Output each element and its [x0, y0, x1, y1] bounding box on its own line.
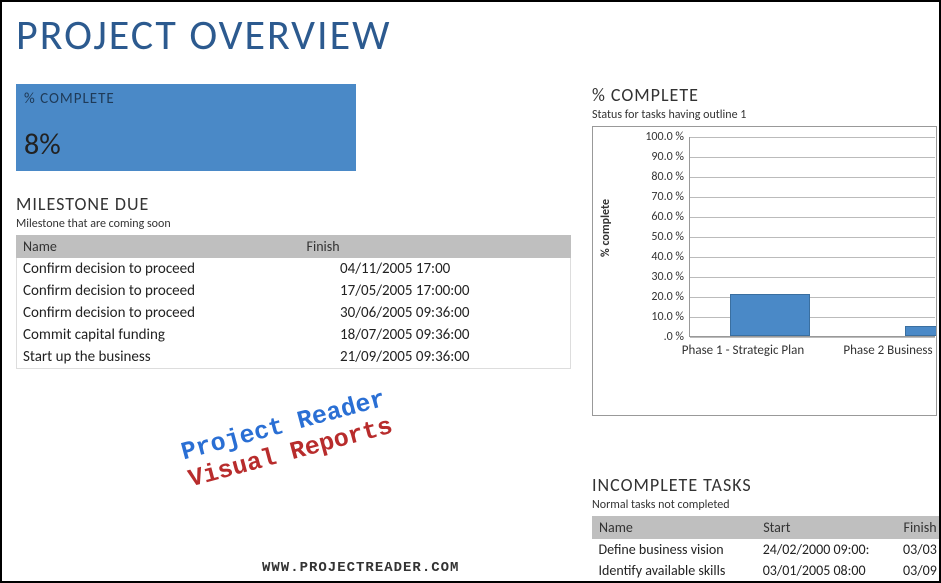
- table-row: Confirm decision to proceed17/05/2005 17…: [17, 280, 571, 302]
- milestone-col-name: Name: [17, 236, 301, 258]
- percent-complete-box: % COMPLETE 8%: [16, 84, 356, 171]
- percent-complete-label: % COMPLETE: [24, 90, 348, 108]
- page-title: PROJECT OVERVIEW: [16, 10, 939, 61]
- incomplete-start: 24/02/2000 09:00:: [757, 539, 897, 561]
- chart-bar: [730, 294, 810, 336]
- chart-subtitle: Status for tasks having outline 1: [592, 108, 937, 122]
- chart-gridline: [690, 237, 935, 238]
- milestone-table: Name Finish Confirm decision to proceed0…: [16, 235, 571, 369]
- incomplete-section: INCOMPLETE TASKS Normal tasks not comple…: [592, 474, 939, 581]
- milestone-finish: 18/07/2005 09:36:00: [300, 324, 570, 346]
- incomplete-col-start: Start: [757, 517, 897, 539]
- chart-area: % complete 100.0 % 90.0 % 80.0 % 70.0 % 60.0…: [592, 126, 937, 416]
- incomplete-name: Define business vision: [593, 539, 757, 561]
- chart-title: % COMPLETE: [592, 84, 937, 106]
- table-row: Start up the business21/09/2005 09:36:00: [17, 346, 571, 369]
- chart-gridline: [690, 317, 935, 318]
- chart-tick-label: 50.0 %: [634, 230, 684, 244]
- watermark-url: WWW.PROJECTREADER.COM: [262, 560, 459, 576]
- chart-ylabel: % complete: [599, 199, 613, 257]
- chart-category-1: Phase 1 - Strategic Plan: [673, 343, 813, 358]
- watermark-line1: Project Reader: [178, 386, 388, 467]
- chart-gridline: [690, 157, 935, 158]
- milestone-finish: 30/06/2005 09:36:00: [300, 302, 570, 324]
- incomplete-subtitle: Normal tasks not completed: [592, 498, 939, 512]
- chart-tick-label: 90.0 %: [634, 150, 684, 164]
- chart-gridline: [690, 177, 935, 178]
- chart-gridline: [690, 337, 935, 338]
- incomplete-col-finish: Finish: [897, 517, 939, 539]
- chart-tick-label: 60.0 %: [634, 210, 684, 224]
- milestone-name: Confirm decision to proceed: [17, 258, 301, 281]
- chart-plot: [689, 137, 935, 337]
- right-column: % COMPLETE Status for tasks having outli…: [592, 84, 937, 416]
- milestone-finish: 17/05/2005 17:00:00: [300, 280, 570, 302]
- incomplete-col-name: Name: [593, 517, 757, 539]
- chart-tick-label: .0 %: [634, 330, 684, 344]
- chart-tick-label: 70.0 %: [634, 190, 684, 204]
- milestone-name: Confirm decision to proceed: [17, 280, 301, 302]
- incomplete-finish: 03/09: [897, 560, 939, 581]
- chart-gridline: [690, 197, 935, 198]
- incomplete-start: 03/01/2005 08:00: [757, 560, 897, 581]
- milestone-name: Confirm decision to proceed: [17, 302, 301, 324]
- percent-complete-value: 8%: [24, 126, 348, 163]
- chart-gridline: [690, 257, 935, 258]
- incomplete-heading: INCOMPLETE TASKS: [592, 474, 939, 496]
- incomplete-name: Identify available skills: [593, 560, 757, 581]
- chart-category-2: Phase 2 Business: [833, 343, 937, 358]
- table-row: Define business vision24/02/2000 09:00:0…: [593, 539, 940, 561]
- chart-gridline: [690, 277, 935, 278]
- chart-tick-label: 10.0 %: [634, 310, 684, 324]
- milestone-finish: 04/11/2005 17:00: [300, 258, 570, 281]
- chart-tick-label: 20.0 %: [634, 290, 684, 304]
- left-column: % COMPLETE 8% MILESTONE DUE Milestone th…: [16, 84, 566, 369]
- table-row: Confirm decision to proceed04/11/2005 17…: [17, 258, 571, 281]
- incomplete-table: Name Start Finish Define business vision…: [592, 516, 939, 581]
- milestone-col-finish: Finish: [300, 236, 570, 258]
- milestone-heading: MILESTONE DUE: [16, 193, 566, 215]
- incomplete-finish: 03/03: [897, 539, 939, 561]
- table-row: Commit capital funding18/07/2005 09:36:0…: [17, 324, 571, 346]
- chart-gridline: [690, 217, 935, 218]
- chart-tick-label: 40.0 %: [634, 250, 684, 264]
- watermark-line2: Visual Reports: [186, 412, 396, 493]
- watermark: Project Reader Visual Reports: [178, 386, 395, 493]
- chart-gridline: [690, 297, 935, 298]
- chart-tick-label: 80.0 %: [634, 170, 684, 184]
- milestone-name: Commit capital funding: [17, 324, 301, 346]
- chart-bar: [905, 326, 937, 336]
- chart-tick-label: 100.0 %: [634, 130, 684, 144]
- table-row: Identify available skills03/01/2005 08:0…: [593, 560, 940, 581]
- table-row: Confirm decision to proceed30/06/2005 09…: [17, 302, 571, 324]
- chart-tick-label: 30.0 %: [634, 270, 684, 284]
- milestone-name: Start up the business: [17, 346, 301, 369]
- chart-gridline: [690, 137, 935, 138]
- milestone-subtitle: Milestone that are coming soon: [16, 217, 566, 231]
- milestone-finish: 21/09/2005 09:36:00: [300, 346, 570, 369]
